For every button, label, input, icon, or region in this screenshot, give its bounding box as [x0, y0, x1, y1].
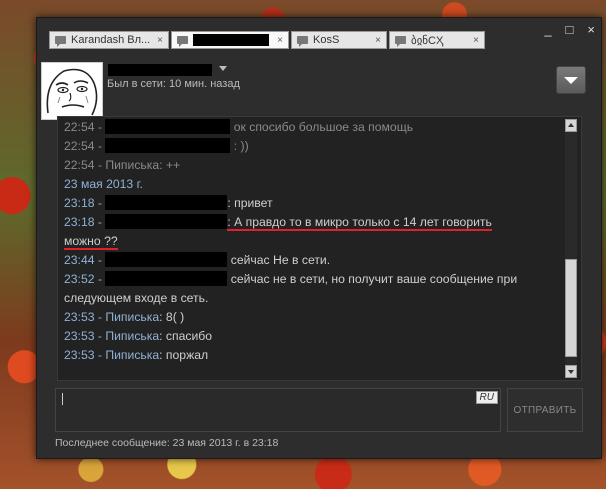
- message-text: ок спосибо большое за помощь: [233, 120, 414, 134]
- message-text: : поржал: [159, 348, 209, 362]
- message-time: 23:18: [64, 215, 95, 229]
- redacted-sender: [105, 119, 231, 134]
- message-time: 23:53: [64, 348, 95, 362]
- message-time: 23:53: [64, 329, 95, 343]
- tab-label: KosS: [313, 34, 340, 46]
- chevron-down-icon: [564, 76, 578, 84]
- minimize-button[interactable]: _: [544, 22, 551, 37]
- message-sender: Пиписька: [105, 310, 160, 324]
- redacted-sender: [105, 195, 228, 210]
- message-text: : А правдо то в микро только с 14 лет го…: [227, 215, 492, 231]
- message-text: : привет: [227, 196, 273, 210]
- contact-status: Был в сети: 10 мин. назад: [107, 78, 240, 90]
- message-time: 23:18: [64, 196, 95, 210]
- message-row: 22:54 - Пиписька: ++: [64, 158, 181, 172]
- meme-face-avatar-icon: [42, 63, 102, 119]
- scroll-thumb[interactable]: [565, 259, 577, 357]
- message-time: 23:44: [64, 253, 95, 267]
- message-text-continued: можно ??: [64, 234, 118, 250]
- message-text: сейчас Не в сети.: [230, 253, 331, 267]
- last-message-info: Последнее сообщение: 23 мая 2013 г. в 23…: [55, 437, 279, 449]
- tab-karandash[interactable]: Karandash Вл... ×: [49, 31, 169, 49]
- chat-bubble-icon: [177, 36, 188, 47]
- message-row: 23:44 - сейчас Не в сети.: [64, 252, 331, 267]
- tab-georgian[interactable]: ბჲნCҲ ×: [389, 31, 485, 49]
- message-row: 23:53 - Пиписька: 8( ): [64, 310, 185, 324]
- options-menu-button[interactable]: [556, 66, 586, 94]
- send-button[interactable]: ОТПРАВИТЬ: [507, 388, 583, 432]
- message-time: 22:54: [64, 139, 95, 153]
- date-separator: 23 мая 2013 г.: [64, 177, 143, 191]
- scroll-down-arrow-icon[interactable]: [565, 365, 577, 378]
- message-sender: Пиписька: [105, 348, 160, 362]
- chat-bubble-dots-icon: [395, 36, 406, 47]
- redacted-name: [193, 34, 269, 46]
- text-cursor: [62, 393, 63, 405]
- language-indicator[interactable]: RU: [475, 391, 498, 404]
- chat-bubble-icon: [55, 36, 66, 47]
- scroll-up-arrow-icon[interactable]: [565, 119, 577, 132]
- message-time: 23:52: [64, 272, 95, 286]
- message-row: 23:53 - Пиписька: поржал: [64, 348, 209, 362]
- message-row: 23:52 - сейчас не в сети, но получит ваш…: [64, 271, 518, 286]
- message-time: 22:54: [64, 120, 95, 134]
- message-list: 22:54 - ок спосибо большое за помощь 22:…: [64, 118, 564, 365]
- message-history: 22:54 - ок спосибо большое за помощь 22:…: [57, 116, 582, 381]
- message-text: : )): [233, 139, 249, 153]
- redacted-sender: [105, 252, 228, 267]
- message-row-continued: можно ??: [64, 232, 564, 251]
- tab-close-icon[interactable]: ×: [375, 35, 381, 46]
- message-text: : 8( ): [159, 310, 185, 324]
- chat-window: _ □ × Karandash Вл... × × KosS × ბჲნCҲ ×: [36, 17, 602, 459]
- maximize-button[interactable]: □: [566, 22, 574, 37]
- redacted-sender: [105, 138, 231, 153]
- message-text-continued: следующем входе в сеть.: [64, 291, 209, 305]
- tab-koss[interactable]: KosS ×: [291, 31, 387, 49]
- message-row: 22:54 - : )): [64, 138, 249, 153]
- message-row: 22:54 - ок спосибо большое за помощь: [64, 119, 414, 134]
- redacted-sender: [105, 271, 228, 286]
- message-sender: Пиписька: [105, 329, 160, 343]
- chat-bubble-icon: [297, 36, 308, 47]
- message-time: 22:54: [64, 158, 95, 172]
- message-input[interactable]: RU: [55, 388, 501, 432]
- message-row-continued: следующем входе в сеть.: [64, 289, 564, 308]
- window-controls: _ □ ×: [544, 22, 595, 37]
- contact-name-redacted: [108, 64, 212, 76]
- tab-close-icon[interactable]: ×: [473, 35, 479, 46]
- tab-close-icon[interactable]: ×: [277, 35, 283, 46]
- chevron-down-icon[interactable]: [219, 66, 227, 71]
- message-row: 23:18 - : привет: [64, 195, 273, 210]
- message-text: : спасибо: [159, 329, 213, 343]
- message-scrollbar[interactable]: [565, 119, 577, 378]
- tab-bar: Karandash Вл... × × KosS × ბჲნCҲ ×: [49, 31, 485, 49]
- tab-label: ბჲნCҲ: [411, 34, 444, 47]
- tab-close-icon[interactable]: ×: [157, 35, 163, 46]
- close-button[interactable]: ×: [587, 22, 595, 37]
- message-time: 23:53: [64, 310, 95, 324]
- redacted-sender: [105, 214, 228, 229]
- tab-active-contact[interactable]: ×: [171, 31, 289, 49]
- message-row: 23:18 - : А правдо то в микро только с 1…: [64, 214, 492, 231]
- message-sender: Пиписька: [105, 158, 160, 172]
- tab-label: Karandash Вл...: [71, 34, 151, 46]
- message-row: 23:53 - Пиписька: спасибо: [64, 329, 213, 343]
- avatar[interactable]: [41, 62, 103, 120]
- message-text: сейчас не в сети, но получит ваше сообще…: [230, 272, 518, 286]
- contact-header: Был в сети: 10 мин. назад: [40, 60, 598, 120]
- message-text: : ++: [159, 158, 181, 172]
